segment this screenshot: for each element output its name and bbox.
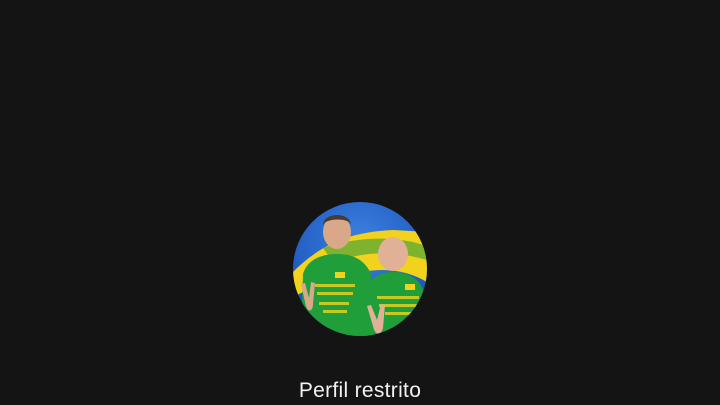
restricted-profile-screen: Perfil restrito bbox=[0, 0, 720, 405]
profile-photo-icon bbox=[293, 202, 427, 336]
profile-avatar[interactable] bbox=[293, 202, 427, 336]
restricted-profile-label: Perfil restrito bbox=[298, 379, 422, 402]
